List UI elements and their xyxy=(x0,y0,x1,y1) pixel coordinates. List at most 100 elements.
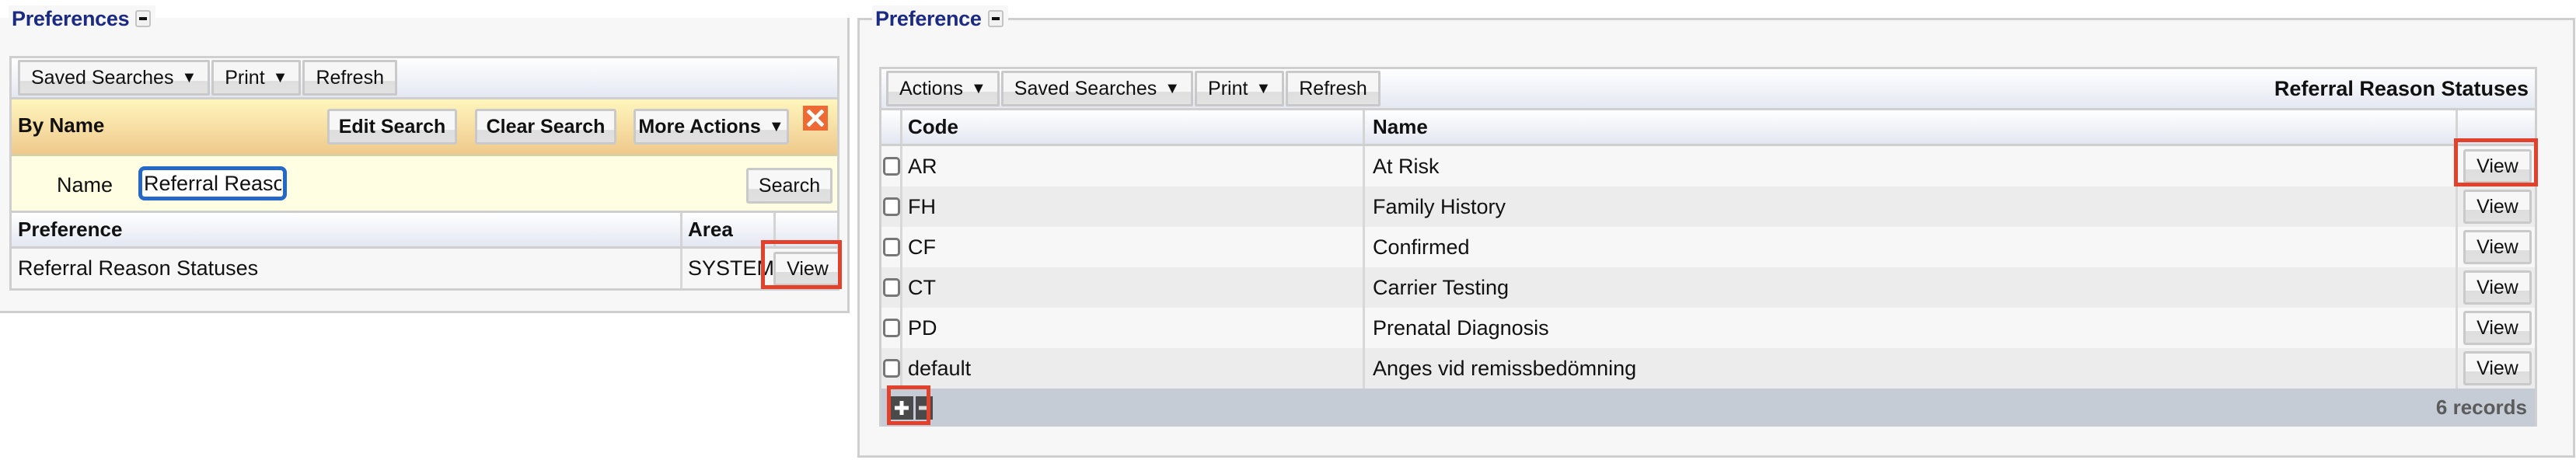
saved-searches-button[interactable]: Saved Searches ▼ xyxy=(18,60,211,96)
view-button[interactable]: View xyxy=(2463,230,2532,264)
view-label: View xyxy=(2477,195,2518,218)
left-toolbar: Saved Searches ▼ Print ▼ Refresh xyxy=(12,58,837,99)
column-divider xyxy=(900,308,902,348)
row-checkbox[interactable] xyxy=(883,359,900,378)
saved-searches-button[interactable]: Saved Searches ▼ xyxy=(1000,71,1194,106)
column-divider xyxy=(1363,348,1365,389)
view-button[interactable]: View xyxy=(2463,149,2532,183)
name-cell: Carrier Testing xyxy=(1373,275,1510,299)
preferences-search-table: Saved Searches ▼ Print ▼ Refresh By Name… xyxy=(9,56,842,291)
dropdown-caret-icon: ▼ xyxy=(181,68,197,86)
preferences-legend: Preferences xyxy=(9,5,156,32)
view-button[interactable]: View xyxy=(773,252,842,286)
column-divider xyxy=(1363,227,1365,267)
code-cell: CF xyxy=(908,235,936,259)
column-divider xyxy=(1363,186,1365,227)
collapse-icon[interactable] xyxy=(135,10,152,27)
preferences-title: Preferences xyxy=(12,6,130,30)
column-divider xyxy=(1363,308,1365,348)
row-checkbox[interactable] xyxy=(883,278,900,297)
edit-search-button[interactable]: Edit Search xyxy=(327,109,457,145)
record-count: 6 records xyxy=(2435,396,2527,419)
code-cell: default xyxy=(908,356,972,380)
dropdown-caret-icon: ▼ xyxy=(272,68,288,86)
dropdown-caret-icon: ▼ xyxy=(1255,79,1272,97)
view-button[interactable]: View xyxy=(2463,270,2532,305)
right-toolbar: Actions ▼ Saved Searches ▼ Print ▼ Refre… xyxy=(881,69,2535,110)
column-divider xyxy=(900,146,902,186)
view-label: View xyxy=(2477,276,2518,298)
column-divider xyxy=(1363,267,1365,308)
table-row[interactable]: FH Family History View xyxy=(881,186,2535,227)
view-label: View xyxy=(2477,316,2518,339)
view-button[interactable]: View xyxy=(2463,351,2532,385)
preference-legend: Preference xyxy=(872,5,1008,32)
table-row[interactable]: default Anges vid remissbedömning View xyxy=(881,348,2535,389)
column-divider xyxy=(2456,110,2458,144)
collapse-icon[interactable] xyxy=(987,10,1004,27)
remove-record-icon[interactable] xyxy=(916,396,933,420)
code-cell: FH xyxy=(908,194,936,218)
row-checkbox[interactable] xyxy=(883,157,900,176)
view-label: View xyxy=(2477,357,2518,379)
table-row[interactable]: CF Confirmed View xyxy=(881,227,2535,267)
view-label: View xyxy=(2477,235,2518,258)
table-row[interactable]: CT Carrier Testing View xyxy=(881,267,2535,308)
name-cell: Prenatal Diagnosis xyxy=(1373,315,1549,340)
column-header-code[interactable]: Code xyxy=(908,110,958,144)
dropdown-caret-icon: ▼ xyxy=(1164,79,1181,97)
more-actions-label: More Actions xyxy=(638,115,761,138)
column-divider xyxy=(2456,267,2458,308)
actions-label: Actions xyxy=(899,77,963,99)
name-cell: Anges vid remissbedömning xyxy=(1373,356,1637,380)
row-checkbox[interactable] xyxy=(883,197,900,216)
row-checkbox[interactable] xyxy=(883,319,900,337)
table-footer: 6 records xyxy=(881,389,2535,427)
column-header-area[interactable]: Area xyxy=(688,213,733,246)
refresh-button[interactable]: Refresh xyxy=(302,60,397,96)
more-actions-button[interactable]: More Actions ▼ xyxy=(634,109,789,145)
column-header-name[interactable]: Name xyxy=(1373,110,1428,144)
close-search-icon[interactable] xyxy=(803,106,828,131)
column-divider xyxy=(2456,308,2458,348)
view-button[interactable]: View xyxy=(2463,311,2532,345)
refresh-label: Refresh xyxy=(1299,77,1367,99)
view-label: View xyxy=(787,257,829,280)
print-button[interactable]: Print ▼ xyxy=(1195,71,1285,106)
saved-searches-label: Saved Searches xyxy=(1014,77,1157,99)
add-record-icon[interactable] xyxy=(890,396,913,420)
clear-search-label: Clear Search xyxy=(486,115,606,138)
table-header: Code Name xyxy=(881,110,2535,146)
actions-button[interactable]: Actions ▼ xyxy=(886,71,1000,106)
name-cell: At Risk xyxy=(1373,154,1440,178)
column-divider xyxy=(2456,227,2458,267)
edit-search-label: Edit Search xyxy=(338,115,446,138)
column-divider xyxy=(900,227,902,267)
code-cell: PD xyxy=(908,315,937,340)
column-divider xyxy=(900,186,902,227)
name-label: Name xyxy=(57,173,113,197)
view-button[interactable]: View xyxy=(2463,190,2532,224)
column-header-preference[interactable]: Preference xyxy=(18,213,122,246)
clear-search-button[interactable]: Clear Search xyxy=(475,109,616,145)
preference-cell: Referral Reason Statuses xyxy=(18,256,259,280)
refresh-label: Refresh xyxy=(316,66,384,89)
preference-values-table: Actions ▼ Saved Searches ▼ Print ▼ Refre… xyxy=(879,67,2537,427)
table-row[interactable]: Referral Reason Statuses SYSTEM View xyxy=(12,249,842,288)
refresh-button[interactable]: Refresh xyxy=(1286,71,1380,106)
column-divider xyxy=(900,348,902,389)
search-criteria-band: By Name Edit Search Clear Search More Ac… xyxy=(12,99,837,156)
name-cell: Family History xyxy=(1373,194,1506,218)
row-checkbox[interactable] xyxy=(883,238,900,256)
name-filter-row: Name Search xyxy=(12,156,837,213)
column-divider xyxy=(1363,110,1365,144)
table-row[interactable]: AR At Risk View xyxy=(881,146,2535,186)
print-button[interactable]: Print ▼ xyxy=(211,60,302,96)
name-input[interactable] xyxy=(138,166,287,200)
column-divider xyxy=(2456,186,2458,227)
table-row[interactable]: PD Prenatal Diagnosis View xyxy=(881,308,2535,348)
area-cell: SYSTEM xyxy=(688,256,775,280)
column-divider xyxy=(900,267,902,308)
search-button[interactable]: Search xyxy=(746,168,832,204)
print-label: Print xyxy=(1208,77,1248,99)
